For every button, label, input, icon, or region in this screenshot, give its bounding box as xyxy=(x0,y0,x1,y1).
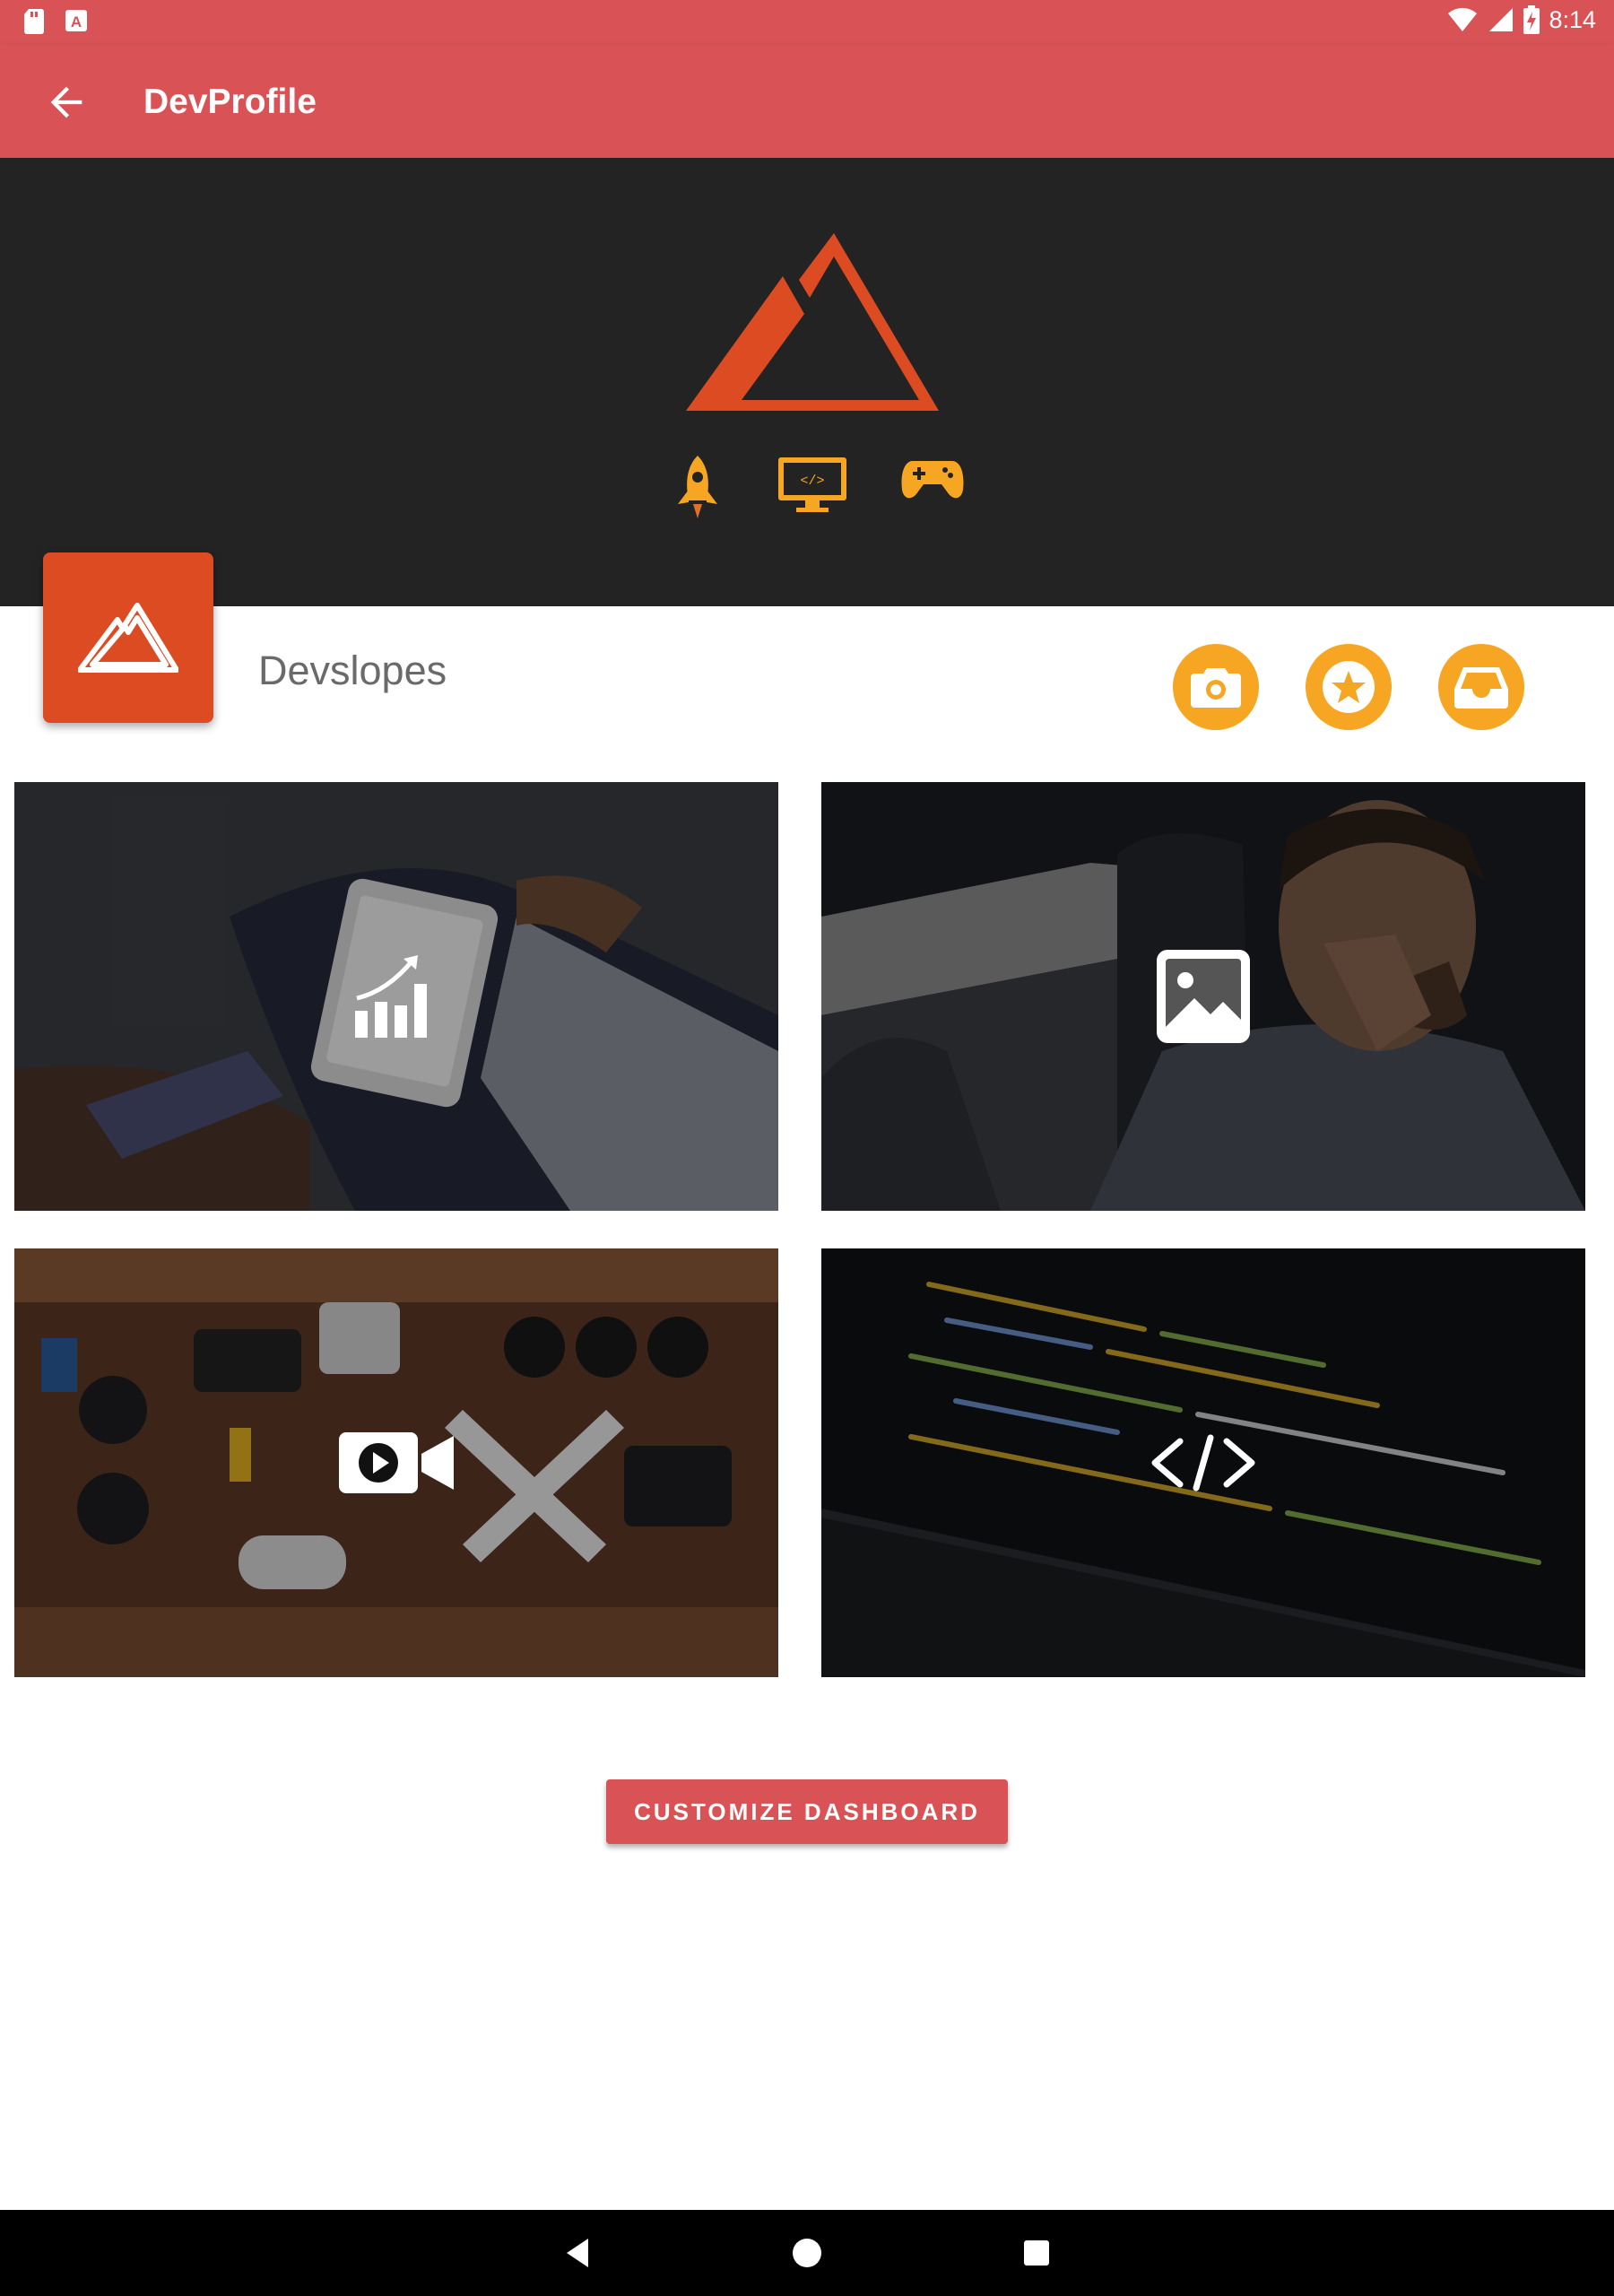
system-nav-bar xyxy=(0,2210,1614,2296)
back-triangle-icon[interactable] xyxy=(556,2231,599,2274)
battery-charging-icon xyxy=(1523,5,1540,34)
inbox-button[interactable] xyxy=(1438,644,1524,730)
hero-banner: </> xyxy=(0,158,1614,606)
bar-chart-icon xyxy=(355,955,427,1038)
signal-icon xyxy=(1489,8,1514,31)
camera-button[interactable] xyxy=(1173,644,1259,730)
sd-card-icon xyxy=(24,9,44,34)
wifi-icon xyxy=(1448,7,1478,31)
video-camera-icon xyxy=(339,1432,454,1493)
status-time: 8:14 xyxy=(1549,5,1596,33)
svg-text:</>: </> xyxy=(800,474,824,489)
code-tile[interactable] xyxy=(821,1248,1585,1677)
star-button[interactable] xyxy=(1306,644,1392,730)
code-brackets-icon xyxy=(1151,1434,1255,1492)
recents-square-icon[interactable] xyxy=(1015,2231,1058,2274)
analytics-tile[interactable] xyxy=(14,782,778,1211)
app-bar: DevProfile xyxy=(0,45,1614,158)
inbox-icon xyxy=(1454,667,1508,709)
app-title: DevProfile xyxy=(143,83,317,121)
images-tile[interactable] xyxy=(821,782,1585,1211)
star-icon xyxy=(1323,661,1375,713)
image-icon xyxy=(1157,950,1250,1043)
camera-icon xyxy=(1191,668,1241,708)
customize-dashboard-button[interactable]: CUSTOMIZE DASHBOARD xyxy=(606,1779,1008,1844)
arrow-back-icon[interactable] xyxy=(43,79,90,126)
rocket-icon xyxy=(678,456,717,518)
svg-text:A: A xyxy=(71,13,82,30)
gamepad-icon xyxy=(901,461,964,499)
profile-name: Devslopes xyxy=(258,648,447,693)
home-circle-icon[interactable] xyxy=(785,2231,829,2274)
status-bar: A 8:14 xyxy=(0,0,1614,45)
keyboard-a-icon: A xyxy=(65,10,87,31)
mountain-logo-small-icon xyxy=(78,603,178,673)
mountain-logo-icon xyxy=(686,233,939,411)
video-tile[interactable] xyxy=(14,1248,778,1677)
monitor-code-icon: </> xyxy=(778,457,846,512)
profile-logo xyxy=(43,552,213,723)
